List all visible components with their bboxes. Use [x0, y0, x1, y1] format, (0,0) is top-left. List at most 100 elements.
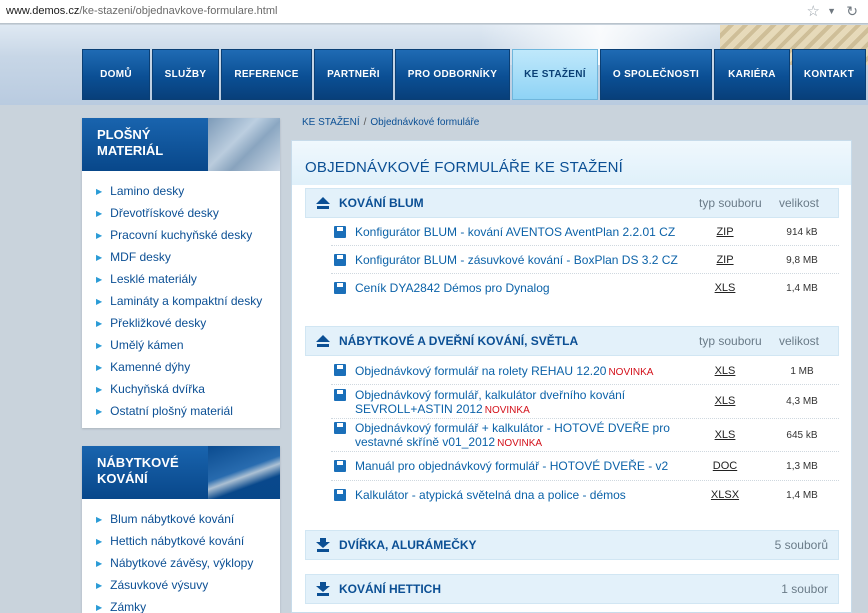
breadcrumb-separator: / — [363, 117, 367, 128]
file-type-link[interactable]: XLSX — [695, 489, 755, 501]
sidebar-item[interactable]: ▶ Zásuvkové výsuvy — [96, 575, 280, 597]
sidebar-item[interactable]: ▶ Pracovní kuchyňské desky — [96, 225, 280, 247]
section-title: KOVÁNÍ HETTICH — [339, 582, 441, 596]
file-link[interactable]: Konfigurátor BLUM - zásuvkové kování - B… — [355, 253, 678, 267]
sidebar-item-label: Hettich nábytkové kování — [110, 534, 245, 548]
sidebar-item-label: Lesklé materiály — [110, 272, 197, 286]
nav-label: REFERENCE — [234, 69, 299, 80]
section-header[interactable]: NÁBYTKOVÉ A DVEŘNÍ KOVÁNÍ, SVĚTLA typ so… — [305, 326, 839, 356]
floppy-disk-icon — [334, 460, 346, 472]
file-size: 1,4 MB — [786, 490, 818, 501]
sidebar-heading-line2: MATERIÁL — [97, 143, 164, 158]
sidebar-item[interactable]: ▶ Lamino desky — [96, 181, 280, 203]
sidebar-item-label: Zásuvkové výsuvy — [110, 578, 209, 592]
sidebar-item[interactable]: ▶ Kuchyňská dvířka — [96, 379, 280, 401]
nav-item-domu[interactable]: DOMŮ — [82, 49, 150, 100]
nav-item-o-spolecnosti[interactable]: O SPOLEČNOSTI — [600, 49, 712, 100]
sidebar-item-label: Nábytkové závěsy, výklopy — [110, 556, 254, 570]
nav-item-ke-stazeni[interactable]: KE STAŽENÍ — [512, 49, 598, 100]
file-type-link[interactable]: XLS — [695, 429, 755, 441]
file-link[interactable]: Ceník DYA2842 Démos pro Dynalog — [355, 281, 550, 295]
sidebar-item[interactable]: ▶ Nábytkové závěsy, výklopy — [96, 553, 280, 575]
sidebar-item[interactable]: ▶ Blum nábytkové kování — [96, 509, 280, 531]
sidebar-item[interactable]: ▶ Hettich nábytkové kování — [96, 531, 280, 553]
bullet-arrow-icon: ▶ — [96, 187, 103, 196]
file-type-link[interactable]: XLS — [695, 282, 755, 294]
sidebar-item[interactable]: ▶ MDF desky — [96, 247, 280, 269]
sidebar-nabytkove-kovani: NÁBYTKOVÉ KOVÁNÍ ▶ Blum nábytkové kování … — [82, 446, 280, 613]
sidebar-heading: PLOŠNÝ MATERIÁL — [82, 118, 280, 171]
nav-item-reference[interactable]: REFERENCE — [221, 49, 312, 100]
collapse-arrow-icon[interactable] — [315, 334, 331, 348]
new-badge: NOVINKA — [497, 438, 543, 449]
section-title: NÁBYTKOVÉ A DVEŘNÍ KOVÁNÍ, SVĚTLA — [339, 334, 579, 348]
expand-arrow-icon[interactable] — [315, 582, 331, 596]
bullet-arrow-icon: ▶ — [96, 363, 103, 372]
file-link[interactable]: Kalkulátor - atypická světelná dna a pol… — [355, 488, 626, 502]
column-header-size: velikost — [779, 196, 820, 210]
sidebar-item[interactable]: ▶ Překližkové desky — [96, 313, 280, 335]
sidebar-item-label: MDF desky — [110, 250, 171, 264]
nav-label: PARTNEŘI — [327, 69, 380, 80]
sidebar-item[interactable]: ▶ Umělý kámen — [96, 335, 280, 357]
sidebar-item[interactable]: ▶ Zámky — [96, 597, 280, 613]
column-header-type: typ souboru — [699, 334, 762, 348]
url-text[interactable]: www.demos.cz/ke-stazeni/objednavkove-for… — [6, 5, 277, 17]
page-title: OBJEDNÁVKOVÉ FORMULÁŘE KE STAŽENÍ — [292, 141, 851, 185]
file-list: Konfigurátor BLUM - kování AVENTOS Avent… — [305, 218, 839, 302]
file-type-link[interactable]: ZIP — [695, 254, 755, 266]
bullet-arrow-icon: ▶ — [96, 537, 103, 546]
file-link-text: vestavné skříně v01_2012 — [355, 435, 496, 449]
floppy-disk-icon — [334, 422, 346, 434]
sidebar-heading-line1: NÁBYTKOVÉ — [97, 455, 179, 470]
file-type-link[interactable]: ZIP — [695, 226, 755, 238]
nav-item-kariera[interactable]: KARIÉRA — [714, 49, 790, 100]
collapse-arrow-icon[interactable] — [315, 196, 331, 210]
expand-arrow-icon[interactable] — [315, 538, 331, 552]
section-nabytkove-dverni-kovani: NÁBYTKOVÉ A DVEŘNÍ KOVÁNÍ, SVĚTLA typ so… — [305, 326, 839, 510]
section-header[interactable]: KOVÁNÍ BLUM typ souboru velikost — [305, 188, 839, 218]
sidebar-item[interactable]: ▶ Dřevotřískové desky — [96, 203, 280, 225]
file-size: 9,8 MB — [786, 255, 818, 266]
sidebar-item[interactable]: ▶ Ostatní plošný materiál — [96, 401, 280, 423]
section-header[interactable]: DVÍŘKA, ALURÁMEČKY 5 souborů — [305, 530, 839, 560]
dropdown-arrow-icon[interactable]: ▼ — [827, 6, 836, 16]
address-bar[interactable]: www.demos.cz/ke-stazeni/objednavkove-for… — [0, 0, 868, 24]
file-type-link[interactable]: XLS — [695, 395, 755, 407]
nav-item-partneri[interactable]: PARTNEŘI — [314, 49, 393, 100]
nav-item-sluzby[interactable]: SLUŽBY — [152, 49, 219, 100]
bullet-arrow-icon: ▶ — [96, 209, 103, 218]
nav-item-kontakt[interactable]: KONTAKT — [792, 49, 866, 100]
file-size: 4,3 MB — [786, 396, 818, 407]
breadcrumb-root-link[interactable]: KE STAŽENÍ — [302, 117, 360, 128]
file-link[interactable]: Konfigurátor BLUM - kování AVENTOS Avent… — [355, 225, 675, 239]
url-path: /ke-stazeni/objednavkove-formulare.html — [79, 5, 278, 17]
file-link[interactable]: Objednávkový formulář na rolety REHAU 12… — [355, 364, 653, 380]
file-type-link[interactable]: XLS — [695, 365, 755, 377]
file-link[interactable]: Manuál pro objednávkový formulář - HOTOV… — [355, 459, 668, 473]
file-type-link[interactable]: DOC — [695, 460, 755, 472]
nav-item-pro-odborniky[interactable]: PRO ODBORNÍKY — [395, 49, 510, 100]
file-count: 5 souborů — [774, 538, 828, 552]
bookmark-star-icon[interactable]: ☆ — [807, 2, 820, 20]
main-navigation: DOMŮ SLUŽBY REFERENCE PARTNEŘI PRO ODBOR… — [82, 49, 868, 100]
section-header[interactable]: KOVÁNÍ HETTICH 1 soubor — [305, 574, 839, 604]
reload-icon[interactable]: ↻ — [846, 3, 858, 20]
floppy-disk-icon — [334, 364, 346, 376]
sidebar-item-label: Lamino desky — [110, 184, 185, 198]
file-link[interactable]: Objednávkový formulář, kalkulátor dveřní… — [355, 388, 625, 418]
file-link-text: Objednávkový formulář + kalkulátor - HOT… — [355, 421, 670, 435]
file-size: 914 kB — [786, 227, 818, 238]
sidebar-item[interactable]: ▶ Kamenné dýhy — [96, 357, 280, 379]
sidebar-list: ▶ Blum nábytkové kování ▶ Hettich nábytkov… — [82, 499, 280, 613]
sidebar-item-label: Kuchyňská dvířka — [110, 382, 205, 396]
file-link-text: SEVROLL+ASTIN 2012 — [355, 402, 483, 416]
sidebar-item[interactable]: ▶ Lamináty a kompaktní desky — [96, 291, 280, 313]
sidebar-item[interactable]: ▶ Lesklé materiály — [96, 269, 280, 291]
sidebar-plosny-material: PLOŠNÝ MATERIÁL ▶ Lamino desky ▶ Dřevotřís… — [82, 118, 280, 428]
floppy-disk-icon — [334, 254, 346, 266]
breadcrumb: KE STAŽENÍ / Objednávkové formuláře — [302, 117, 479, 128]
nav-label: O SPOLEČNOSTI — [612, 69, 700, 80]
file-link[interactable]: Objednávkový formulář + kalkulátor - HOT… — [355, 421, 670, 451]
bullet-arrow-icon: ▶ — [96, 515, 103, 524]
